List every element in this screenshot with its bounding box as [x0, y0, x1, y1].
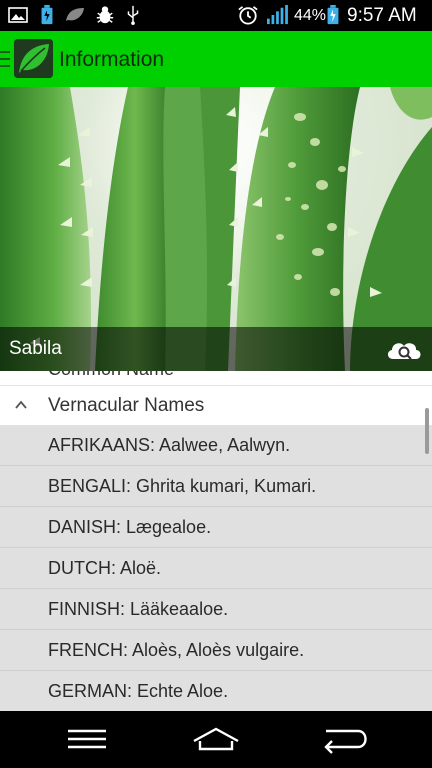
usb-icon	[127, 5, 139, 25]
plant-name: Sabila	[9, 338, 62, 359]
leaf-logo-icon	[14, 39, 53, 78]
photo-caption-bar: Sabila	[0, 327, 432, 371]
action-bar: Information	[0, 31, 432, 87]
back-icon[interactable]	[314, 721, 374, 757]
list-item-text: DUTCH: Aloë.	[48, 558, 162, 578]
page-title: Information	[59, 48, 165, 71]
list-item[interactable]: BENGALI: Ghrita kumari, Kumari.	[0, 466, 432, 507]
cloud-search-icon[interactable]	[384, 335, 424, 363]
leaf-icon	[66, 8, 84, 21]
vernacular-names-header[interactable]: Vernacular Names	[0, 386, 432, 426]
list-item[interactable]: AFRIKAANS: Aalwee, Aalwyn.	[0, 425, 432, 466]
list-item-text: BENGALI: Ghrita kumari, Kumari.	[48, 476, 317, 496]
list-item[interactable]: DANISH: Lægealoe.	[0, 507, 432, 548]
battery-percent: 44%	[294, 7, 327, 24]
list-item[interactable]: FRENCH: Aloès, Aloès vulgaire.	[0, 630, 432, 671]
home-icon[interactable]	[186, 721, 246, 757]
list-item[interactable]: DUTCH: Aloë.	[0, 548, 432, 589]
list-item-text: AFRIKAANS: Aalwee, Aalwyn.	[48, 435, 291, 455]
bug-icon	[96, 6, 114, 24]
list-item-text: DANISH: Lægealoe.	[48, 517, 212, 537]
list-item[interactable]: FINNISH: Lääkeaaloe.	[0, 589, 432, 630]
battery-saver-icon	[41, 5, 53, 25]
list-item-label: Common Name	[48, 371, 174, 380]
app-logo[interactable]	[14, 39, 53, 78]
group-title: Vernacular Names	[48, 395, 205, 416]
list-item-text: GERMAN: Echte Aloe.	[48, 681, 229, 701]
battery-charging-icon	[327, 5, 339, 25]
vernacular-names-list[interactable]: AFRIKAANS: Aalwee, Aalwyn. BENGALI: Ghri…	[0, 425, 432, 711]
status-bar: 44% 9:57 AM	[0, 0, 432, 31]
signal-icon	[267, 5, 288, 25]
clock: 9:57 AM	[347, 5, 417, 26]
list-item[interactable]: GERMAN: Echte Aloe.	[0, 671, 432, 711]
list-item-text: FRENCH: Aloès, Aloès vulgaire.	[48, 640, 305, 660]
list-item-common-name[interactable]: Common Name	[0, 371, 432, 386]
list-item-text: FINNISH: Lääkeaaloe.	[48, 599, 229, 619]
menu-icon[interactable]	[57, 721, 117, 757]
alarm-icon	[238, 6, 258, 25]
scrollbar-thumb[interactable]	[425, 408, 429, 454]
gallery-icon	[8, 7, 28, 23]
navigation-bar	[0, 711, 432, 768]
drawer-menu-icon[interactable]	[0, 51, 10, 67]
chevron-up-icon	[15, 400, 27, 409]
